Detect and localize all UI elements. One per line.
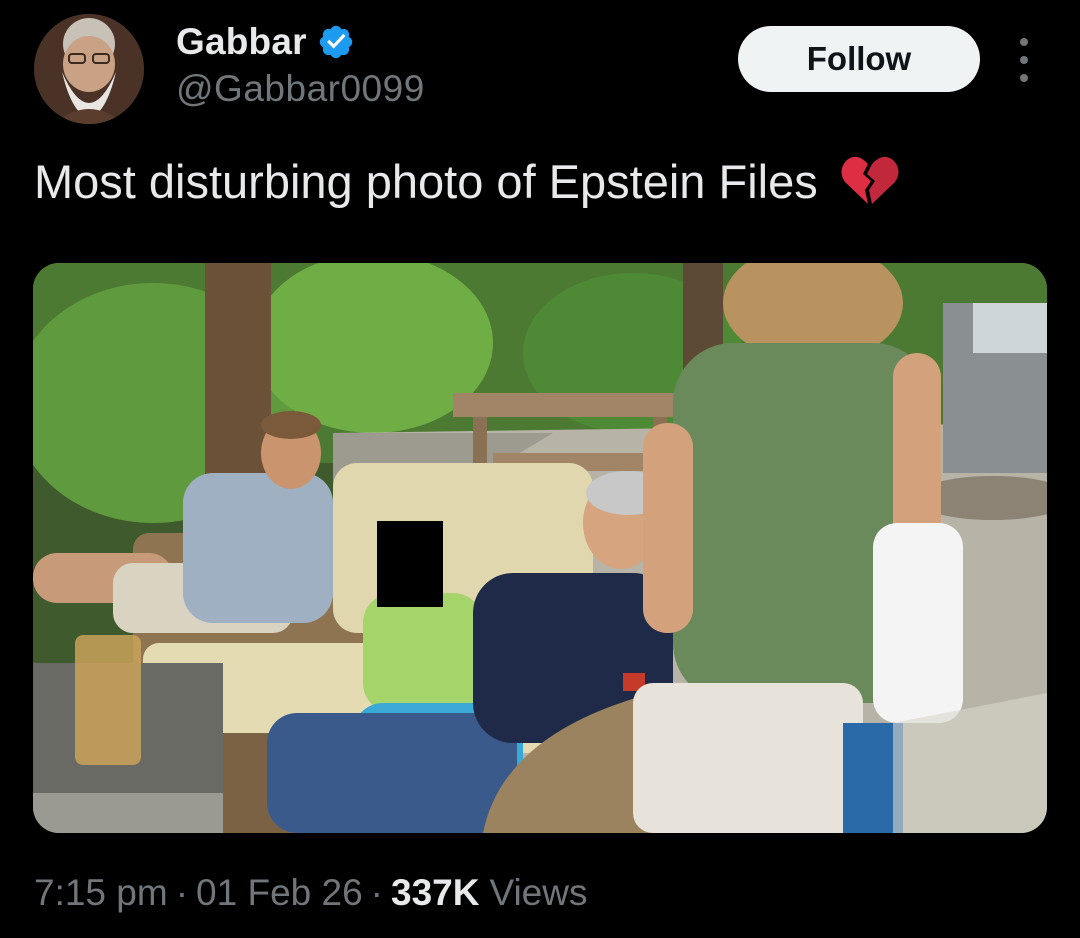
views-label: Views bbox=[489, 872, 588, 913]
tweet-text: Most disturbing photo of Epstein Files bbox=[34, 152, 899, 212]
verified-badge-icon bbox=[319, 25, 352, 59]
tweet-photo[interactable] bbox=[33, 263, 1047, 833]
tweet-time[interactable]: 7:15 pm bbox=[34, 872, 168, 914]
views-count[interactable]: 337K bbox=[391, 872, 479, 914]
more-vertical-icon[interactable] bbox=[1010, 38, 1038, 82]
separator: · bbox=[175, 872, 189, 913]
tweet-date[interactable]: 01 Feb 26 bbox=[196, 872, 363, 914]
follow-button[interactable]: Follow bbox=[738, 26, 980, 92]
avatar[interactable] bbox=[34, 14, 144, 124]
tweet-meta: 7:15 pm · 01 Feb 26 · 337K Views bbox=[34, 872, 587, 914]
broken-heart-icon bbox=[841, 156, 899, 204]
user-handle[interactable]: @Gabbar0099 bbox=[176, 68, 425, 110]
tweet-text-content: Most disturbing photo of Epstein Files bbox=[34, 155, 818, 208]
display-name[interactable]: Gabbar bbox=[176, 21, 307, 63]
separator: · bbox=[370, 872, 383, 913]
